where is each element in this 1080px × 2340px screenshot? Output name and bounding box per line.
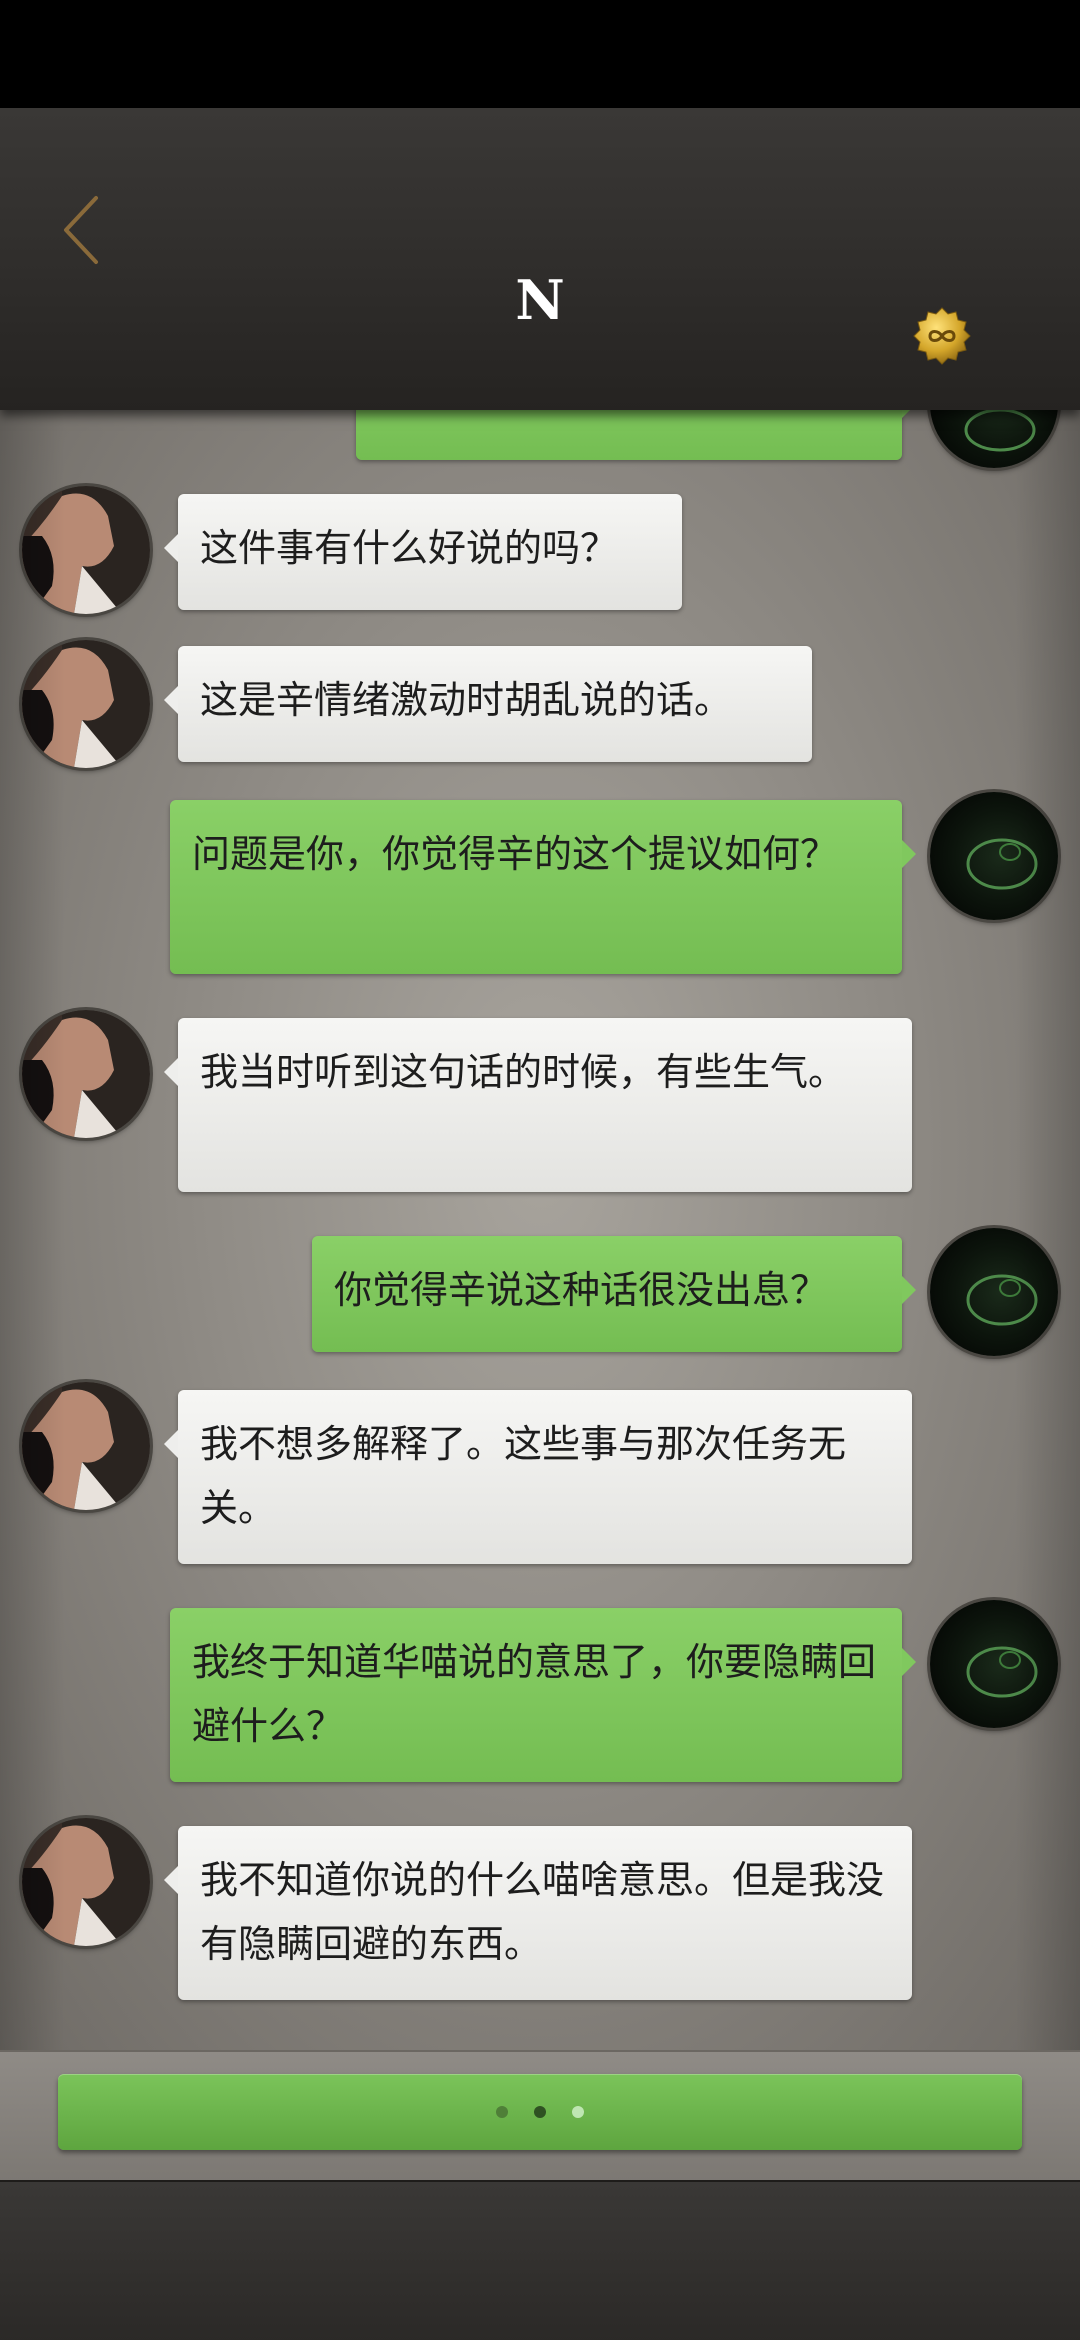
avatar-contact[interactable]: [22, 1382, 150, 1510]
status-bar: [0, 0, 1080, 108]
avatar-self[interactable]: [930, 1600, 1058, 1728]
avatar-contact-image: [22, 1010, 150, 1138]
typing-dot: [496, 2106, 508, 2118]
message-text: 我终于知道华喵说的意思了，你要隐瞒回避什么？: [192, 1640, 877, 1748]
message-text: 这件事有什么好说的吗？: [200, 526, 619, 570]
message-text: 这是辛情绪激动时胡乱说的话。: [200, 678, 733, 722]
message-outgoing: 你觉得辛说这种话很没出息？: [312, 1236, 916, 1352]
message-text: 问题是你，你觉得辛的这个提议如何？: [192, 832, 839, 876]
avatar-contact-image: [22, 1818, 150, 1946]
back-button[interactable]: [52, 190, 112, 270]
message-text: 我当时听到这句话的时候，有些生气。: [200, 1050, 847, 1094]
avatar-self-image: [930, 1600, 1058, 1728]
message-incoming: 我不想多解释了。这些事与那次任务无关。: [164, 1390, 912, 1564]
message-text: 我不想多解释了。这些事与那次任务无关。: [200, 1422, 847, 1530]
footer-bar: [0, 2180, 1080, 2340]
avatar-contact-image: [22, 640, 150, 768]
chat-screen: N 这件事有什么好说的吗？ 这是辛情绪激动时胡乱说的话。 问题是你，你觉得辛的这…: [0, 0, 1080, 2340]
message-incoming: 我当时听到这句话的时候，有些生气。: [164, 1018, 912, 1192]
avatar-self-image: [930, 1228, 1058, 1356]
avatar-contact-image: [22, 1382, 150, 1510]
avatar-self-image: [930, 792, 1058, 920]
avatar-contact[interactable]: [22, 640, 150, 768]
message-outgoing: 问题是你，你觉得辛的这个提议如何？: [170, 800, 916, 974]
continue-button[interactable]: [58, 2074, 1022, 2150]
avatar-contact[interactable]: [22, 486, 150, 614]
message-outgoing: 我终于知道华喵说的意思了，你要隐瞒回避什么？: [170, 1608, 916, 1782]
avatar-self-image: [930, 410, 1058, 468]
typing-indicator: [58, 2074, 1022, 2150]
avatar-self[interactable]: [930, 410, 1058, 468]
avatar-contact[interactable]: [22, 1010, 150, 1138]
chat-message-list[interactable]: 这件事有什么好说的吗？ 这是辛情绪激动时胡乱说的话。 问题是你，你觉得辛的这个提…: [0, 410, 1080, 2050]
message-incoming: 这件事有什么好说的吗？: [164, 494, 682, 610]
typing-dot: [534, 2106, 546, 2118]
chevron-left-icon: [64, 196, 98, 264]
typing-dot: [572, 2106, 584, 2118]
message-outgoing: [356, 410, 916, 460]
avatar-contact-image: [22, 486, 150, 614]
avatar-contact[interactable]: [22, 1818, 150, 1946]
message-text: 你觉得辛说这种话很没出息？: [334, 1268, 829, 1312]
message-incoming: 我不知道你说的什么喵啥意思。但是我没有隐瞒回避的东西。: [164, 1826, 912, 2000]
avatar-self[interactable]: [930, 792, 1058, 920]
message-text: 我不知道你说的什么喵啥意思。但是我没有隐瞒回避的东西。: [200, 1858, 885, 1966]
coin-button[interactable]: [912, 306, 972, 366]
coin-infinity-icon: [913, 307, 971, 365]
message-incoming: 这是辛情绪激动时胡乱说的话。: [164, 646, 812, 762]
avatar-self[interactable]: [930, 1228, 1058, 1356]
